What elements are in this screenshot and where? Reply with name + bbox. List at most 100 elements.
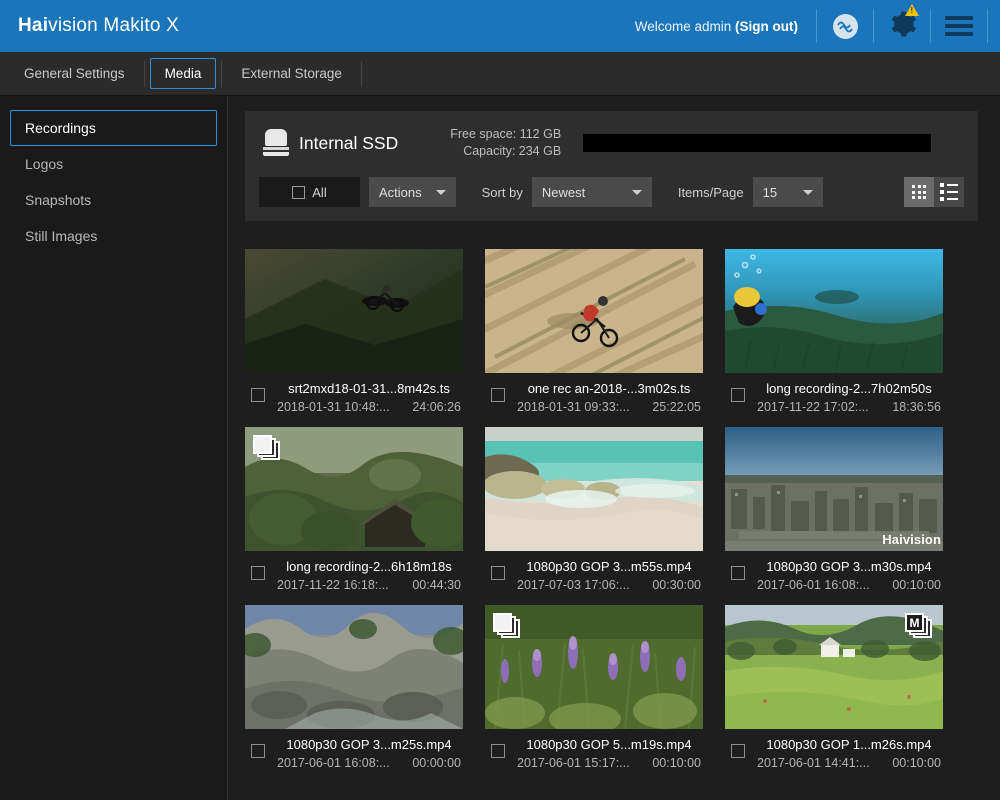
- media-card-meta: long recording-2...6h18m18s 2017-11-22 1…: [245, 551, 463, 594]
- media-filename: 1080p30 GOP 1...m26s.mp4: [755, 735, 943, 754]
- media-select-checkbox[interactable]: [491, 744, 505, 758]
- media-card[interactable]: srt2mxd18-01-31...8m42s.ts 2018-01-31 10…: [245, 249, 463, 416]
- media-duration: 00:10:00: [652, 754, 701, 772]
- media-date: 2018-01-31 10:48:...: [277, 398, 390, 416]
- media-duration: 00:00:00: [412, 754, 461, 772]
- welcome-message: Welcome admin (Sign out): [635, 19, 816, 34]
- pulse-status-button[interactable]: [817, 0, 873, 52]
- media-select-checkbox[interactable]: [251, 744, 265, 758]
- media-duration: 25:22:05: [652, 398, 701, 416]
- header-divider: [987, 9, 988, 43]
- media-card[interactable]: long recording-2...6h18m18s 2017-11-22 1…: [245, 427, 463, 594]
- items-per-page-label: Items/Page: [678, 185, 744, 200]
- media-select-checkbox[interactable]: [731, 388, 745, 402]
- sign-out-link[interactable]: (Sign out): [735, 19, 798, 34]
- sidebar-item-snapshots[interactable]: Snapshots: [10, 182, 217, 218]
- list-view-icon: [940, 183, 958, 201]
- media-filename: 1080p30 GOP 5...m19s.mp4: [515, 735, 703, 754]
- media-date: 2017-11-22 16:18:...: [277, 576, 389, 594]
- sidebar-nav: Recordings Logos Snapshots Still Images: [0, 96, 228, 800]
- actions-dropdown-button[interactable]: Actions: [369, 177, 456, 207]
- media-card[interactable]: long recording-2...7h02m50s 2017-11-22 1…: [725, 249, 943, 416]
- select-all-control[interactable]: All: [259, 177, 360, 207]
- chevron-down-icon: [803, 190, 813, 195]
- settings-gear-button[interactable]: [874, 0, 930, 52]
- media-toolbar: All Actions Sort by Newest Items/Page 15: [259, 177, 964, 207]
- chevron-down-icon: [632, 190, 642, 195]
- media-card[interactable]: M 1080p30 GOP 1...m26s.mp4 2017-06-01 14…: [725, 605, 943, 772]
- actions-label: Actions: [379, 185, 422, 200]
- list-view-button[interactable]: [934, 177, 964, 207]
- media-filename: one rec an-2018-...3m02s.ts: [515, 379, 703, 398]
- header-right-group: Welcome admin (Sign out): [635, 0, 988, 52]
- media-duration: 00:44:30: [412, 576, 461, 594]
- media-select-checkbox[interactable]: [251, 566, 265, 580]
- items-per-page-select[interactable]: 15: [753, 177, 823, 207]
- media-date: 2017-07-03 17:06:...: [517, 576, 630, 594]
- media-thumbnail[interactable]: M: [725, 605, 943, 729]
- multi-segment-stack-icon: [493, 613, 523, 640]
- media-select-checkbox[interactable]: [491, 566, 505, 580]
- pulse-circle-icon: [833, 14, 858, 39]
- media-card[interactable]: 1080p30 GOP 3...m55s.mp4 2017-07-03 17:0…: [485, 427, 703, 594]
- media-card[interactable]: one rec an-2018-...3m02s.ts 2018-01-31 0…: [485, 249, 703, 416]
- media-thumbnail[interactable]: [245, 605, 463, 729]
- media-date: 2017-06-01 16:08:...: [757, 576, 870, 594]
- media-date: 2017-06-01 15:17:...: [517, 754, 630, 772]
- grid-view-button[interactable]: [904, 177, 934, 207]
- media-duration: 18:36:56: [892, 398, 941, 416]
- drive-name-label: Internal SSD: [299, 133, 398, 154]
- items-per-page-value: 15: [763, 185, 777, 200]
- media-date: 2017-06-01 16:08:...: [277, 754, 390, 772]
- media-card-meta: 1080p30 GOP 3...m25s.mp4 2017-06-01 16:0…: [245, 729, 463, 772]
- sidebar-item-logos[interactable]: Logos: [10, 146, 217, 182]
- chevron-down-icon: [436, 190, 446, 195]
- select-all-checkbox[interactable]: [292, 186, 305, 199]
- view-mode-toggle: [904, 177, 964, 207]
- media-thumbnail[interactable]: [245, 427, 463, 551]
- tab-divider: [221, 61, 222, 87]
- media-date: 2018-01-31 09:33:...: [517, 398, 630, 416]
- capacity-label: Capacity: 234 GB: [450, 143, 561, 160]
- media-date: 2017-06-01 14:41:...: [757, 754, 870, 772]
- multi-segment-stack-icon: [253, 435, 283, 462]
- media-select-checkbox[interactable]: [731, 566, 745, 580]
- media-card-meta: 1080p30 GOP 3...m30s.mp4 2017-06-01 16:0…: [725, 551, 943, 594]
- media-card-meta: srt2mxd18-01-31...8m42s.ts 2018-01-31 10…: [245, 373, 463, 416]
- media-thumbnail[interactable]: [485, 427, 703, 551]
- hamburger-menu-button[interactable]: [931, 0, 987, 52]
- media-duration: 00:10:00: [892, 576, 941, 594]
- sidebar-item-still-images[interactable]: Still Images: [10, 218, 217, 254]
- media-card[interactable]: 1080p30 GOP 5...m19s.mp4 2017-06-01 15:1…: [485, 605, 703, 772]
- sort-by-label: Sort by: [482, 185, 523, 200]
- grid-view-icon: [912, 185, 926, 199]
- media-card-meta: long recording-2...7h02m50s 2017-11-22 1…: [725, 373, 943, 416]
- media-select-checkbox[interactable]: [491, 388, 505, 402]
- media-select-checkbox[interactable]: [251, 388, 265, 402]
- media-filename: 1080p30 GOP 3...m55s.mp4: [515, 557, 703, 576]
- tab-media[interactable]: Media: [150, 58, 217, 89]
- sidebar-item-recordings[interactable]: Recordings: [10, 110, 217, 146]
- storage-panel: Internal SSD Free space: 112 GB Capacity…: [245, 111, 978, 221]
- media-thumbnail[interactable]: [725, 249, 943, 373]
- media-filename: long recording-2...7h02m50s: [755, 379, 943, 398]
- media-card[interactable]: 1080p30 GOP 3...m25s.mp4 2017-06-01 16:0…: [245, 605, 463, 772]
- tab-general-settings[interactable]: General Settings: [10, 59, 139, 88]
- media-duration: 00:30:00: [652, 576, 701, 594]
- stack-m-badge-icon: M: [905, 613, 935, 640]
- media-card[interactable]: Haivision 1080p30 GOP 3...m30s.mp4 2017-…: [725, 427, 943, 594]
- media-thumbnail[interactable]: [245, 249, 463, 373]
- brand-bold-part: Hai: [18, 15, 48, 36]
- media-thumbnail[interactable]: [485, 605, 703, 729]
- page-body: Recordings Logos Snapshots Still Images …: [0, 96, 1000, 800]
- media-thumbnail[interactable]: Haivision: [725, 427, 943, 551]
- media-select-checkbox[interactable]: [731, 744, 745, 758]
- tab-external-storage[interactable]: External Storage: [227, 59, 356, 88]
- media-duration: 00:10:00: [892, 754, 941, 772]
- tab-divider: [361, 61, 362, 87]
- internal-drive-icon: [263, 129, 289, 157]
- select-all-label: All: [312, 185, 326, 200]
- warning-triangle-icon: [905, 4, 919, 16]
- media-thumbnail[interactable]: [485, 249, 703, 373]
- sort-by-select[interactable]: Newest: [532, 177, 652, 207]
